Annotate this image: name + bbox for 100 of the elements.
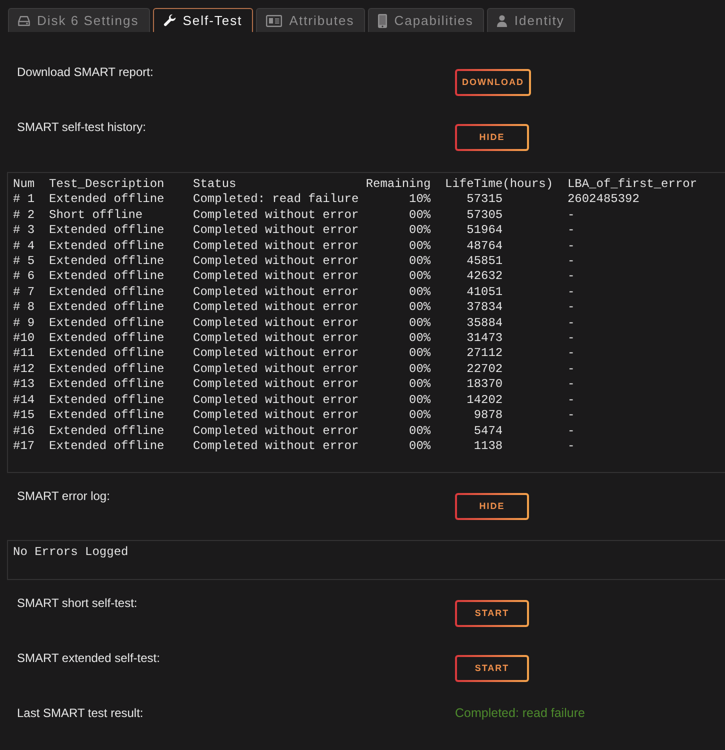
table-cell: - [567, 392, 575, 408]
table-cell: Completed without error [193, 208, 359, 224]
tab[interactable]: Attributes [256, 8, 366, 32]
table-cell: 57305 [466, 208, 503, 224]
setting-label: SMART short self-test: [17, 596, 138, 610]
table-cell: Completed without error [193, 238, 359, 254]
table-cell: #12 [13, 362, 35, 378]
table-cell: Extended offline [49, 192, 164, 208]
table-cell: - [567, 269, 575, 285]
table-cell: 18370 [466, 377, 503, 393]
id-card-icon [266, 14, 282, 26]
table-cell: Extended offline [49, 377, 164, 393]
action-button[interactable]: START [455, 654, 529, 682]
column-header: LBA_of_first_error [567, 177, 698, 192]
tab[interactable]: Self-Test [152, 8, 254, 32]
table-cell: Extended offline [49, 408, 164, 424]
table-cell: - [567, 316, 575, 332]
action-button[interactable]: HIDE [455, 493, 529, 520]
action-button[interactable]: DOWNLOAD [455, 69, 531, 96]
table-cell: Extended offline [49, 254, 164, 270]
table-cell: #17 [13, 438, 35, 454]
table-cell: 00% [409, 392, 431, 408]
table-cell: 00% [409, 331, 431, 346]
table-cell: Completed without error [193, 331, 359, 346]
table-cell: - [567, 238, 575, 254]
table-cell: - [567, 424, 575, 439]
table-cell: # 3 [13, 223, 35, 239]
tab[interactable]: Identity [487, 8, 576, 32]
table-cell: Completed without error [193, 346, 359, 362]
table-cell: Completed without error [193, 362, 359, 378]
table-cell: Completed without error [193, 300, 359, 316]
table-cell: 31473 [466, 331, 503, 346]
table-cell: Completed without error [193, 424, 359, 439]
table-cell: Completed without error [193, 223, 359, 239]
table-cell: Completed without error [193, 316, 359, 332]
table-cell: 00% [409, 284, 431, 300]
table-cell: 22702 [466, 362, 503, 378]
setting-label: SMART self-test history: [17, 120, 146, 134]
table-cell: - [567, 284, 575, 300]
table-cell: 27112 [466, 346, 503, 362]
table-cell: 2602485392 [567, 192, 640, 208]
table-cell: #14 [13, 392, 35, 408]
table-cell: # 5 [13, 254, 35, 270]
table-cell: Extended offline [49, 284, 164, 300]
table-cell: #11 [13, 346, 35, 362]
table-cell: Extended offline [49, 392, 164, 408]
table-cell: - [567, 331, 575, 346]
table-cell: Completed without error [193, 254, 359, 270]
table-cell: 1138 [474, 438, 503, 454]
table-cell: # 1 [13, 192, 35, 208]
table-cell: 00% [409, 377, 431, 393]
table-cell: - [567, 408, 575, 424]
tab[interactable]: Capabilities [368, 8, 484, 32]
table-cell: # 2 [13, 208, 35, 224]
person-icon [497, 14, 508, 26]
tab[interactable]: Disk 6 Settings [8, 8, 150, 32]
table-cell: Extended offline [49, 300, 164, 316]
table-cell: Extended offline [49, 223, 164, 239]
table-cell: Completed without error [193, 392, 359, 408]
table-cell: #16 [13, 424, 35, 439]
table-cell: 00% [409, 254, 431, 270]
table-cell: - [567, 208, 575, 224]
table-cell: 37834 [466, 300, 503, 316]
log-message: No Errors Logged [13, 545, 128, 560]
column-header: Num [13, 177, 35, 192]
table-cell: Short offline [49, 208, 143, 224]
table-cell: # 6 [13, 269, 35, 285]
action-button[interactable]: START [455, 600, 529, 627]
table-cell: #15 [13, 408, 35, 424]
table-cell: Extended offline [49, 362, 164, 378]
table-cell: Completed without error [193, 438, 359, 454]
table-cell: - [567, 300, 575, 316]
table-cell: - [567, 223, 575, 239]
table-cell: # 8 [13, 300, 35, 316]
table-cell: 00% [409, 223, 431, 239]
table-cell: 00% [409, 269, 431, 285]
table-cell: - [567, 254, 575, 270]
table-cell: 00% [409, 362, 431, 378]
table-cell: 14202 [466, 392, 503, 408]
table-cell: Completed without error [193, 284, 359, 300]
table-cell: 10% [409, 192, 431, 208]
table-cell: 57315 [466, 192, 503, 208]
table-cell: Extended offline [49, 238, 164, 254]
table-cell: - [567, 438, 575, 454]
setting-label: SMART extended self-test: [17, 650, 160, 665]
table-cell: 5474 [474, 424, 503, 439]
table-cell: Extended offline [49, 316, 164, 332]
table-cell: 9878 [474, 408, 503, 424]
table-cell: 35884 [466, 316, 503, 332]
table-cell: 00% [409, 346, 431, 362]
action-button[interactable]: HIDE [455, 124, 529, 151]
table-cell: 00% [409, 438, 431, 454]
wrench-icon [162, 14, 176, 27]
table-cell: Extended offline [49, 438, 164, 454]
table-cell: # 9 [13, 316, 35, 332]
table-cell: Completed: read failure [193, 192, 359, 208]
table-cell: - [567, 362, 575, 378]
table-cell: Completed without error [193, 408, 359, 424]
table-cell: 48764 [466, 238, 503, 254]
table-cell: Completed without error [193, 377, 359, 393]
